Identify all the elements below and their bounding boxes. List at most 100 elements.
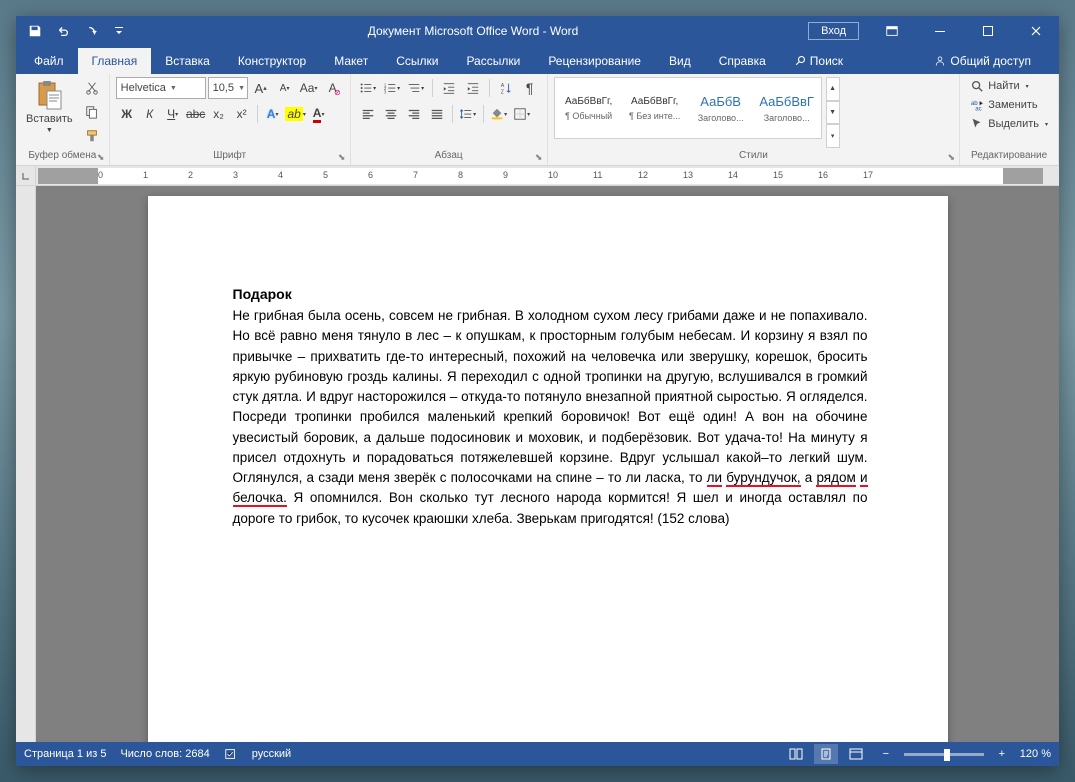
spell-error[interactable]: ли (707, 470, 722, 487)
minimize-button[interactable] (917, 16, 963, 46)
line-spacing-button[interactable]: ▾ (457, 103, 479, 125)
spell-check-icon[interactable] (224, 747, 238, 761)
sort-button[interactable]: AZ (495, 77, 517, 99)
select-label: Выделить (988, 118, 1039, 130)
redo-button[interactable] (78, 18, 104, 44)
tab-insert[interactable]: Вставка (151, 48, 224, 74)
save-button[interactable] (22, 18, 48, 44)
copy-button[interactable] (81, 101, 103, 123)
tab-design[interactable]: Конструктор (224, 48, 320, 74)
tab-help[interactable]: Справка (705, 48, 780, 74)
tab-review[interactable]: Рецензирование (534, 48, 655, 74)
highlight-button[interactable]: ab▾ (285, 103, 307, 125)
styles-gallery[interactable]: АаБбВвГг,¶ ОбычныйАаБбВвГг,¶ Без инте...… (554, 77, 822, 139)
zoom-in-button[interactable]: + (990, 744, 1014, 764)
qat-customize-button[interactable] (106, 18, 132, 44)
clear-formatting-button[interactable]: A⊘ (322, 77, 344, 99)
numbering-button[interactable]: 123▾ (381, 77, 403, 99)
tab-file[interactable]: Файл (20, 48, 78, 74)
styles-more-button[interactable]: ▾ (826, 124, 840, 148)
doc-heading[interactable]: Подарок (233, 286, 868, 302)
text-effects-button[interactable]: A▾ (262, 103, 284, 125)
share-button[interactable]: Общий доступ (920, 48, 1045, 74)
borders-button[interactable]: ▾ (511, 103, 533, 125)
close-button[interactable] (1013, 16, 1059, 46)
change-case-button[interactable]: Aa▾ (298, 77, 320, 99)
styles-up-button[interactable]: ▲ (826, 77, 840, 101)
tab-home[interactable]: Главная (78, 48, 152, 74)
font-name-combo[interactable]: Helvetica▼ (116, 77, 206, 99)
replace-button[interactable]: abacЗаменить (966, 96, 1052, 114)
multilevel-button[interactable]: ▾ (405, 77, 427, 99)
find-button[interactable]: Найти▾ (966, 77, 1052, 95)
ribbon-tabs: Файл Главная Вставка Конструктор Макет С… (16, 46, 1059, 74)
style-item-1[interactable]: АаБбВвГг,¶ Без инте... (623, 80, 687, 136)
doc-body[interactable]: Не грибная была осень, совсем не грибная… (233, 306, 868, 529)
justify-button[interactable] (426, 103, 448, 125)
vertical-ruler[interactable] (16, 186, 36, 742)
print-layout-button[interactable] (814, 744, 838, 764)
font-dialog-launcher[interactable]: ⬊ (336, 151, 348, 163)
spell-error[interactable]: и (860, 470, 868, 487)
document-page[interactable]: Подарок Не грибная была осень, совсем не… (148, 196, 948, 742)
page-indicator[interactable]: Страница 1 из 5 (24, 748, 106, 760)
format-painter-button[interactable] (81, 125, 103, 147)
language-indicator[interactable]: русский (252, 748, 291, 760)
style-item-2[interactable]: АаБбВЗаголово... (689, 80, 753, 136)
font-color-button[interactable]: A▾ (308, 103, 330, 125)
grow-font-button[interactable]: A▴ (250, 77, 272, 99)
show-marks-button[interactable]: ¶ (519, 77, 541, 99)
tab-search[interactable]: Поиск (780, 48, 857, 74)
paste-button[interactable]: Вставить ▼ (22, 77, 77, 148)
strikethrough-button[interactable]: abc (185, 103, 207, 125)
styles-dialog-launcher[interactable]: ⬊ (945, 151, 957, 163)
zoom-level[interactable]: 120 % (1020, 748, 1051, 760)
spell-error[interactable]: бурундучок, (726, 470, 800, 487)
clipboard-label: Буфер обмена (22, 148, 103, 163)
tab-view[interactable]: Вид (655, 48, 705, 74)
paste-label: Вставить (26, 113, 73, 125)
spell-error[interactable]: белочка. (233, 490, 287, 507)
shrink-font-button[interactable]: A▾ (274, 77, 296, 99)
shading-button[interactable]: ▾ (488, 103, 510, 125)
doc-text-1: Не грибная была осень, совсем не грибная… (233, 308, 868, 485)
tab-selector[interactable] (16, 166, 36, 185)
ribbon-display-button[interactable] (869, 16, 915, 46)
style-item-3[interactable]: АаБбВвГЗаголово... (755, 80, 819, 136)
horizontal-ruler[interactable]: 01234567891011121314151617 (16, 166, 1059, 186)
bullets-button[interactable]: ▾ (357, 77, 379, 99)
zoom-slider[interactable] (904, 753, 984, 756)
cut-button[interactable] (81, 77, 103, 99)
word-count[interactable]: Число слов: 2684 (120, 748, 209, 760)
tab-layout[interactable]: Макет (320, 48, 382, 74)
superscript-button[interactable]: x² (231, 103, 253, 125)
style-item-0[interactable]: АаБбВвГг,¶ Обычный (557, 80, 621, 136)
tab-references[interactable]: Ссылки (382, 48, 452, 74)
web-layout-button[interactable] (844, 744, 868, 764)
paragraph-dialog-launcher[interactable]: ⬊ (533, 151, 545, 163)
italic-button[interactable]: К (139, 103, 161, 125)
read-mode-button[interactable] (784, 744, 808, 764)
font-size-combo[interactable]: 10,5▼ (208, 77, 248, 99)
underline-button[interactable]: Ч▾ (162, 103, 184, 125)
decrease-indent-button[interactable] (438, 77, 460, 99)
styles-down-button[interactable]: ▼ (826, 101, 840, 125)
page-scroll[interactable]: Подарок Не грибная была осень, совсем не… (36, 186, 1059, 742)
undo-button[interactable] (50, 18, 76, 44)
group-editing: Найти▾ abacЗаменить Выделить▾ Редактиров… (960, 74, 1059, 165)
maximize-button[interactable] (965, 16, 1011, 46)
subscript-button[interactable]: x₂ (208, 103, 230, 125)
group-font: Helvetica▼ 10,5▼ A▴ A▾ Aa▾ A⊘ Ж К Ч▾ abc… (110, 74, 351, 165)
align-center-button[interactable] (380, 103, 402, 125)
bold-button[interactable]: Ж (116, 103, 138, 125)
increase-indent-button[interactable] (462, 77, 484, 99)
align-right-button[interactable] (403, 103, 425, 125)
select-button[interactable]: Выделить▾ (966, 115, 1052, 133)
login-button[interactable]: Вход (808, 22, 859, 40)
spell-error[interactable]: рядом (816, 470, 855, 487)
zoom-out-button[interactable]: − (874, 744, 898, 764)
clipboard-dialog-launcher[interactable]: ⬊ (95, 151, 107, 163)
tab-mailings[interactable]: Рассылки (452, 48, 534, 74)
align-left-button[interactable] (357, 103, 379, 125)
doc-word: то (689, 470, 703, 485)
